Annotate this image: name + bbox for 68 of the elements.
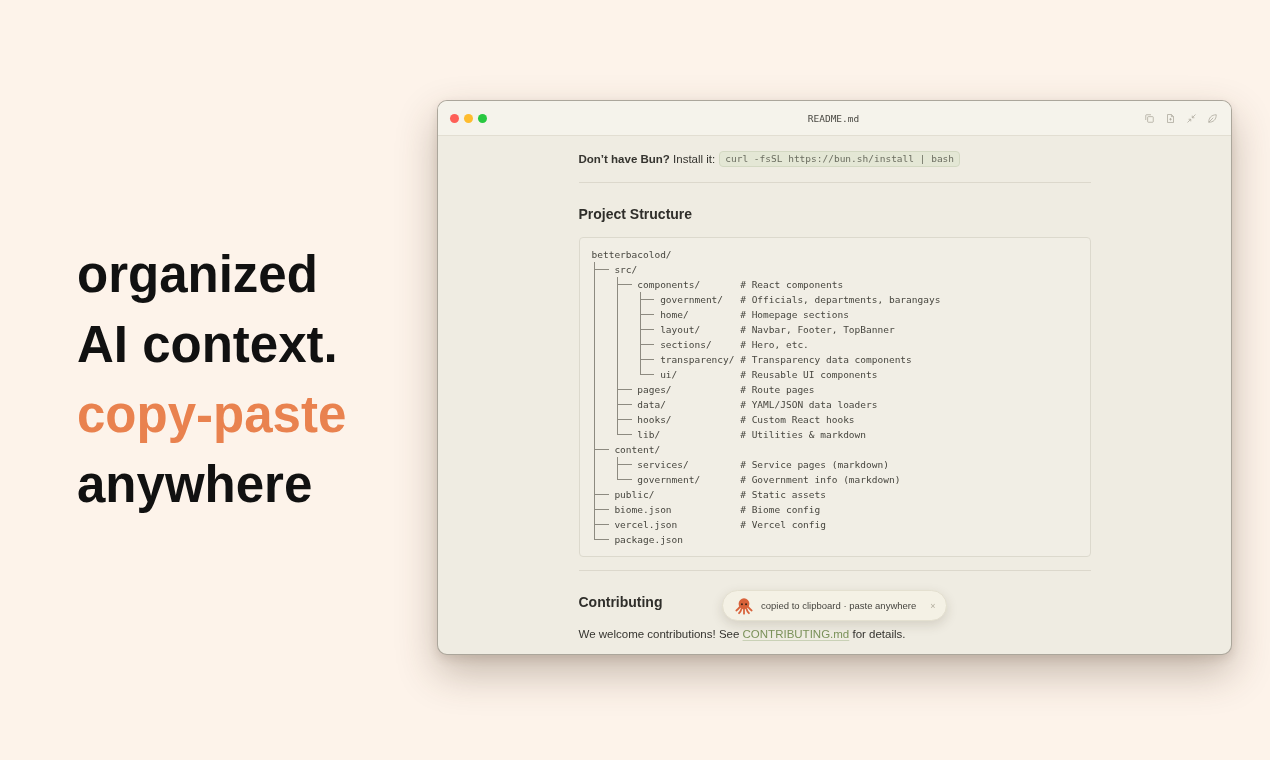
toast-close-button[interactable]: ×	[930, 600, 936, 611]
tree-comment: # YAML/JSON data loaders	[740, 398, 878, 412]
headline-line: organized	[77, 245, 318, 305]
install-command: curl -fsSL https://bun.sh/install | bash	[719, 151, 961, 167]
tree-comment: # Homepage sections	[740, 308, 849, 322]
tree-item-name: ui/	[660, 368, 678, 382]
tree-item-name: package.json	[614, 533, 683, 547]
tree-item-name: content/	[614, 443, 661, 457]
tree-item-name: lib/	[637, 428, 661, 442]
window-title: README.md	[807, 112, 860, 124]
file-plus-icon[interactable]	[1166, 113, 1175, 123]
tree-branch-line	[617, 397, 632, 412]
tree-root-name: betterbacolod/	[591, 248, 672, 262]
tree-branch-line	[594, 262, 609, 277]
tree-comment: # React components	[740, 278, 844, 292]
tree-branch-line	[640, 307, 655, 322]
tree-item-name: transparency/	[660, 353, 735, 367]
tree-item-name: vercel.json	[614, 518, 678, 532]
tree-item-name: public/	[614, 488, 655, 502]
install-note: Don’t have Bun? Install it:	[578, 152, 716, 167]
contributing-link[interactable]: CONTRIBUTING.md	[742, 628, 850, 640]
window-close-button[interactable]	[450, 113, 459, 123]
tree-item-name: hooks/	[637, 413, 672, 427]
leaf-icon[interactable]	[1208, 113, 1217, 123]
tree-branch-line	[594, 442, 609, 457]
tree-comment: # Service pages (markdown)	[740, 458, 889, 472]
tree-item-name: government/	[660, 293, 724, 307]
tree-comment: # Transparency data components	[740, 353, 912, 367]
tree-branch-line	[640, 322, 655, 337]
octopus-icon	[735, 596, 753, 615]
tree-branch-line	[594, 487, 609, 502]
tree-item-name: components/	[637, 278, 701, 292]
headline-line: AI context.	[77, 315, 338, 375]
tree-comment: # Biome config	[740, 503, 821, 517]
section-heading: Project Structure	[578, 205, 693, 224]
tree-item-name: layout/	[660, 323, 701, 337]
tree-branch-line	[617, 277, 632, 292]
tree-comment: # Static assets	[740, 488, 826, 502]
window-zoom-button[interactable]	[478, 113, 487, 123]
tree-item-name: government/	[637, 473, 701, 487]
tree-comment: # Hero, etc.	[740, 338, 809, 352]
section-heading: Contributing	[578, 593, 663, 612]
tree-branch-line	[594, 502, 609, 517]
tree-item-name: home/	[660, 308, 689, 322]
toast-message: copied to clipboard · paste anywhere	[761, 600, 917, 611]
tree-comment: # Navbar, Footer, TopBanner	[740, 323, 895, 337]
tree-comment: # Reusable UI components	[740, 368, 878, 382]
contributing-text: We welcome contributions! See CONTRIBUTING.md for details.	[578, 627, 906, 642]
headline-line: copy-paste	[77, 385, 347, 445]
tree-branch-line	[640, 292, 655, 307]
tree-item-name: pages/	[637, 383, 672, 397]
headline-line: anywhere	[77, 455, 313, 515]
tree-branch-line	[617, 382, 632, 397]
tree-comment: # Officials, departments, barangays	[740, 293, 941, 307]
copy-icon[interactable]	[1145, 113, 1154, 123]
collapse-icon[interactable]	[1187, 113, 1196, 123]
tree-item-name: data/	[637, 398, 666, 412]
tree-item-name: sections/	[660, 338, 712, 352]
tree-item-name: biome.json	[614, 503, 672, 517]
tree-item-name: src/	[614, 263, 638, 277]
tree-comment: # Route pages	[740, 383, 815, 397]
tree-comment: # Utilities & markdown	[740, 428, 867, 442]
tree-comment: # Vercel config	[740, 518, 826, 532]
tree-item-name: services/	[637, 458, 689, 472]
window-minimize-button[interactable]	[464, 113, 473, 123]
tree-branch-line	[640, 337, 655, 352]
tree-comment: # Government info (markdown)	[740, 473, 901, 487]
tree-comment: # Custom React hooks	[740, 413, 855, 427]
